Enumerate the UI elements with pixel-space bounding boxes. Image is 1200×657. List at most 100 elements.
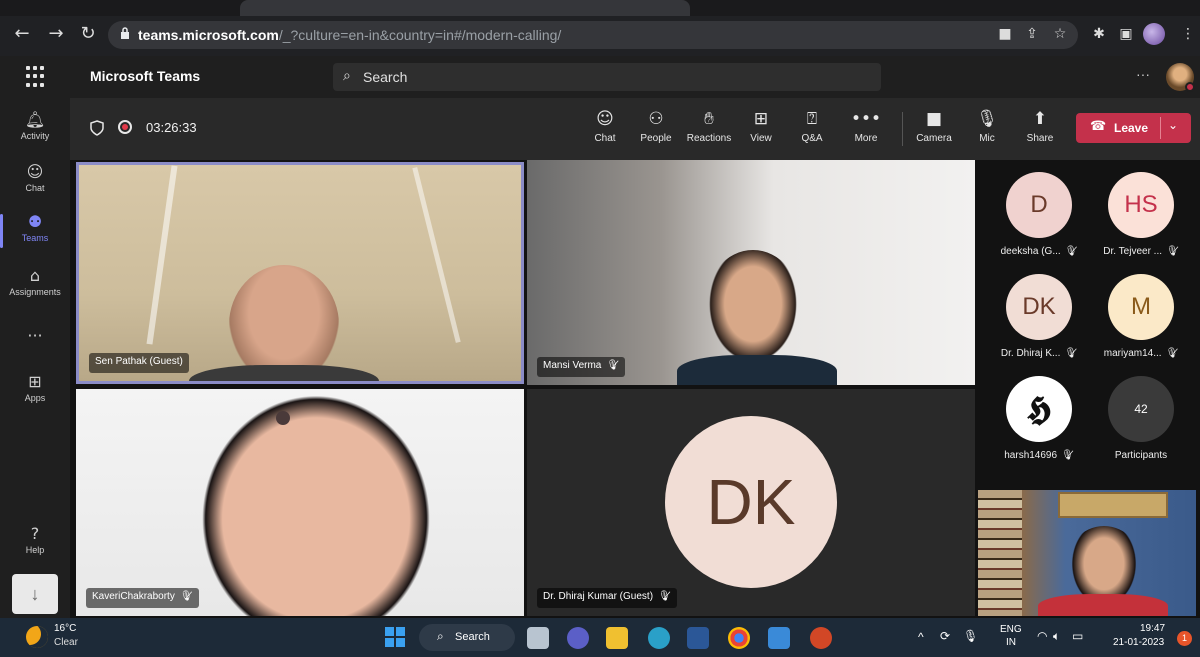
video-tile-sen-pathak[interactable]: Sen Pathak (Guest) <box>76 162 524 384</box>
address-bar[interactable]: teams.microsoft.com/_?culture=en-in&coun… <box>108 21 1078 49</box>
wall-frame-background <box>1058 492 1168 518</box>
chat-icon: ☺ <box>596 109 614 129</box>
more-button[interactable]: ••• More <box>850 108 882 144</box>
roster-name: Participants <box>1114 450 1168 461</box>
user-avatar[interactable] <box>1166 63 1195 92</box>
video-tile-kaveri-chakraborty[interactable]: KaveriChakraborty 🎙︎̸ <box>76 389 524 616</box>
search-input[interactable]: ⌕ Search <box>333 63 881 91</box>
chat-button[interactable]: ☺ Chat <box>588 108 622 144</box>
browser-menu-icon[interactable]: ⋮ <box>1176 22 1200 46</box>
weather-temp: 16°C <box>54 623 77 634</box>
roster-item-deeksha[interactable]: D deeksha (G... 🎙︎̸ <box>984 172 1094 257</box>
powerpoint-icon[interactable] <box>810 627 832 649</box>
roster-item-harsh[interactable]: 𝕳 harsh14696 🎙︎̸ <box>984 376 1094 461</box>
bookmark-star-icon[interactable]: ☆ <box>1048 22 1072 46</box>
search-placeholder: Search <box>363 69 408 85</box>
participants-overflow-button[interactable]: 42 Participants <box>1086 376 1196 461</box>
file-explorer-icon[interactable] <box>606 627 628 649</box>
share-button[interactable]: ⬆ Share <box>1024 108 1056 144</box>
back-icon[interactable]: ← <box>10 22 34 46</box>
browser-profile-avatar[interactable] <box>1143 23 1165 45</box>
camera-indicator-icon[interactable]: ■ <box>993 22 1017 46</box>
button-label: Share <box>1026 133 1054 144</box>
rail-item-assignments[interactable]: ⌂ Assignments <box>0 266 70 297</box>
forward-icon[interactable]: → <box>44 22 68 46</box>
self-video-body <box>1038 594 1168 616</box>
rail-item-activity[interactable]: 🔔︎ Activity <box>0 110 70 141</box>
url-text: teams.microsoft.com/_?culture=en-in&coun… <box>138 27 562 43</box>
tab-strip <box>0 0 1200 16</box>
battery-icon[interactable]: ▭ <box>1072 629 1083 643</box>
help-icon: ? <box>30 524 40 543</box>
view-button[interactable]: ⊞ View <box>746 108 776 144</box>
microphone-tray-icon[interactable]: 🎙︎ <box>963 629 978 643</box>
roster-item-mariyam[interactable]: M mariyam14... 🎙︎̸ <box>1086 274 1196 359</box>
chat-icon: ☺ <box>26 162 44 181</box>
chevron-down-icon[interactable]: ⌄ <box>1168 118 1178 132</box>
roster-name: Dr. Tejveer ... 🎙︎̸ <box>1103 246 1179 257</box>
teams-chat-icon[interactable] <box>567 627 589 649</box>
download-icon[interactable]: ↓ <box>12 574 58 614</box>
rail-item-teams[interactable]: ⚉ Teams <box>0 212 70 248</box>
participant-avatar: M <box>1108 274 1174 340</box>
rail-item-label: Teams <box>21 233 49 243</box>
mic-off-icon: 🎙︎̸ <box>179 591 193 602</box>
word-icon[interactable] <box>687 627 709 649</box>
background-glare <box>146 165 178 345</box>
video-tile-dhiraj-kumar[interactable]: DK Dr. Dhiraj Kumar (Guest) 🎙︎̸ <box>527 389 975 616</box>
rail-item-help[interactable]: ? Help <box>0 524 70 555</box>
sync-icon[interactable]: ⟳ <box>940 629 950 643</box>
app-title: Microsoft Teams <box>90 68 201 84</box>
extensions-icon[interactable]: ✱ <box>1087 22 1111 46</box>
lang-line1[interactable]: ENG <box>1000 624 1022 635</box>
reactions-button[interactable]: ✋︎ Reactions <box>684 108 734 144</box>
rail-item-apps[interactable]: ⊞ Apps <box>0 372 70 403</box>
roster-item-tejveer[interactable]: HS Dr. Tejveer ... 🎙︎̸ <box>1086 172 1196 257</box>
header-more-icon[interactable]: ··· <box>1136 66 1150 82</box>
video-tile-mansi-verma[interactable]: Mansi Verma 🎙︎̸ <box>527 160 975 385</box>
self-video-preview[interactable] <box>978 490 1196 616</box>
bookshelf-background <box>978 490 1022 616</box>
reload-icon[interactable]: ↻ <box>76 22 100 46</box>
side-panel-icon[interactable]: ▣ <box>1114 22 1138 46</box>
mic-button[interactable]: 🎙︎ Mic <box>974 108 1000 144</box>
wifi-icon[interactable]: ◠ <box>1037 629 1047 643</box>
active-tab[interactable] <box>240 0 690 16</box>
camera-button[interactable]: ■ Camera <box>914 108 954 144</box>
clock-date[interactable]: 21-01-2023 <box>1113 637 1164 648</box>
rail-item-label: Help <box>25 545 45 555</box>
start-icon[interactable] <box>385 627 405 647</box>
rail-item-chat[interactable]: ☺ Chat <box>0 162 70 193</box>
leave-button[interactable]: ☎ Leave ⌄ <box>1076 113 1191 143</box>
call-toolbar: 03:26:33 ☺ Chat ⚇ People ✋︎ Reactions ⊞ View… <box>70 98 1200 160</box>
lang-line2[interactable]: IN <box>1006 637 1016 648</box>
roster-item-dhiraj[interactable]: DK Dr. Dhiraj K... 🎙︎̸ <box>984 274 1094 359</box>
qa-button[interactable]: ⍰ Q&A <box>796 108 828 144</box>
weather-moon-icon[interactable] <box>26 626 48 648</box>
volume-icon[interactable]: 🔈︎ <box>1053 629 1060 644</box>
chrome-icon[interactable] <box>728 627 750 649</box>
rail-item-label: Chat <box>25 183 45 193</box>
taskbar-search[interactable]: ⌕ Search <box>419 624 515 651</box>
app-launcher-icon[interactable] <box>26 66 48 88</box>
search-icon: ⌕ <box>343 68 351 84</box>
button-label: More <box>854 133 878 144</box>
rail-item-label: Assignments <box>9 287 61 297</box>
participant-video <box>703 250 803 370</box>
button-label: View <box>750 133 772 144</box>
photos-icon[interactable] <box>768 627 790 649</box>
task-view-icon[interactable] <box>527 627 549 649</box>
toolbar-divider <box>902 112 903 146</box>
teams-header: Microsoft Teams ⌕ Search ··· <box>0 56 1200 98</box>
edge-icon[interactable] <box>648 627 670 649</box>
rail-more-icon[interactable]: ··· <box>0 326 70 345</box>
participant-name-label: Mansi Verma 🎙︎̸ <box>537 357 626 377</box>
show-hidden-icons-icon[interactable]: ^ <box>918 630 924 644</box>
clock-time[interactable]: 19:47 <box>1140 623 1165 634</box>
people-button[interactable]: ⚇ People <box>636 108 676 144</box>
apps-icon: ⊞ <box>28 372 42 391</box>
share-page-icon[interactable]: ⇪ <box>1020 22 1044 46</box>
reactions-icon: ✋︎ <box>704 109 714 129</box>
participant-video <box>196 389 436 616</box>
notification-badge[interactable]: 1 <box>1177 631 1192 646</box>
